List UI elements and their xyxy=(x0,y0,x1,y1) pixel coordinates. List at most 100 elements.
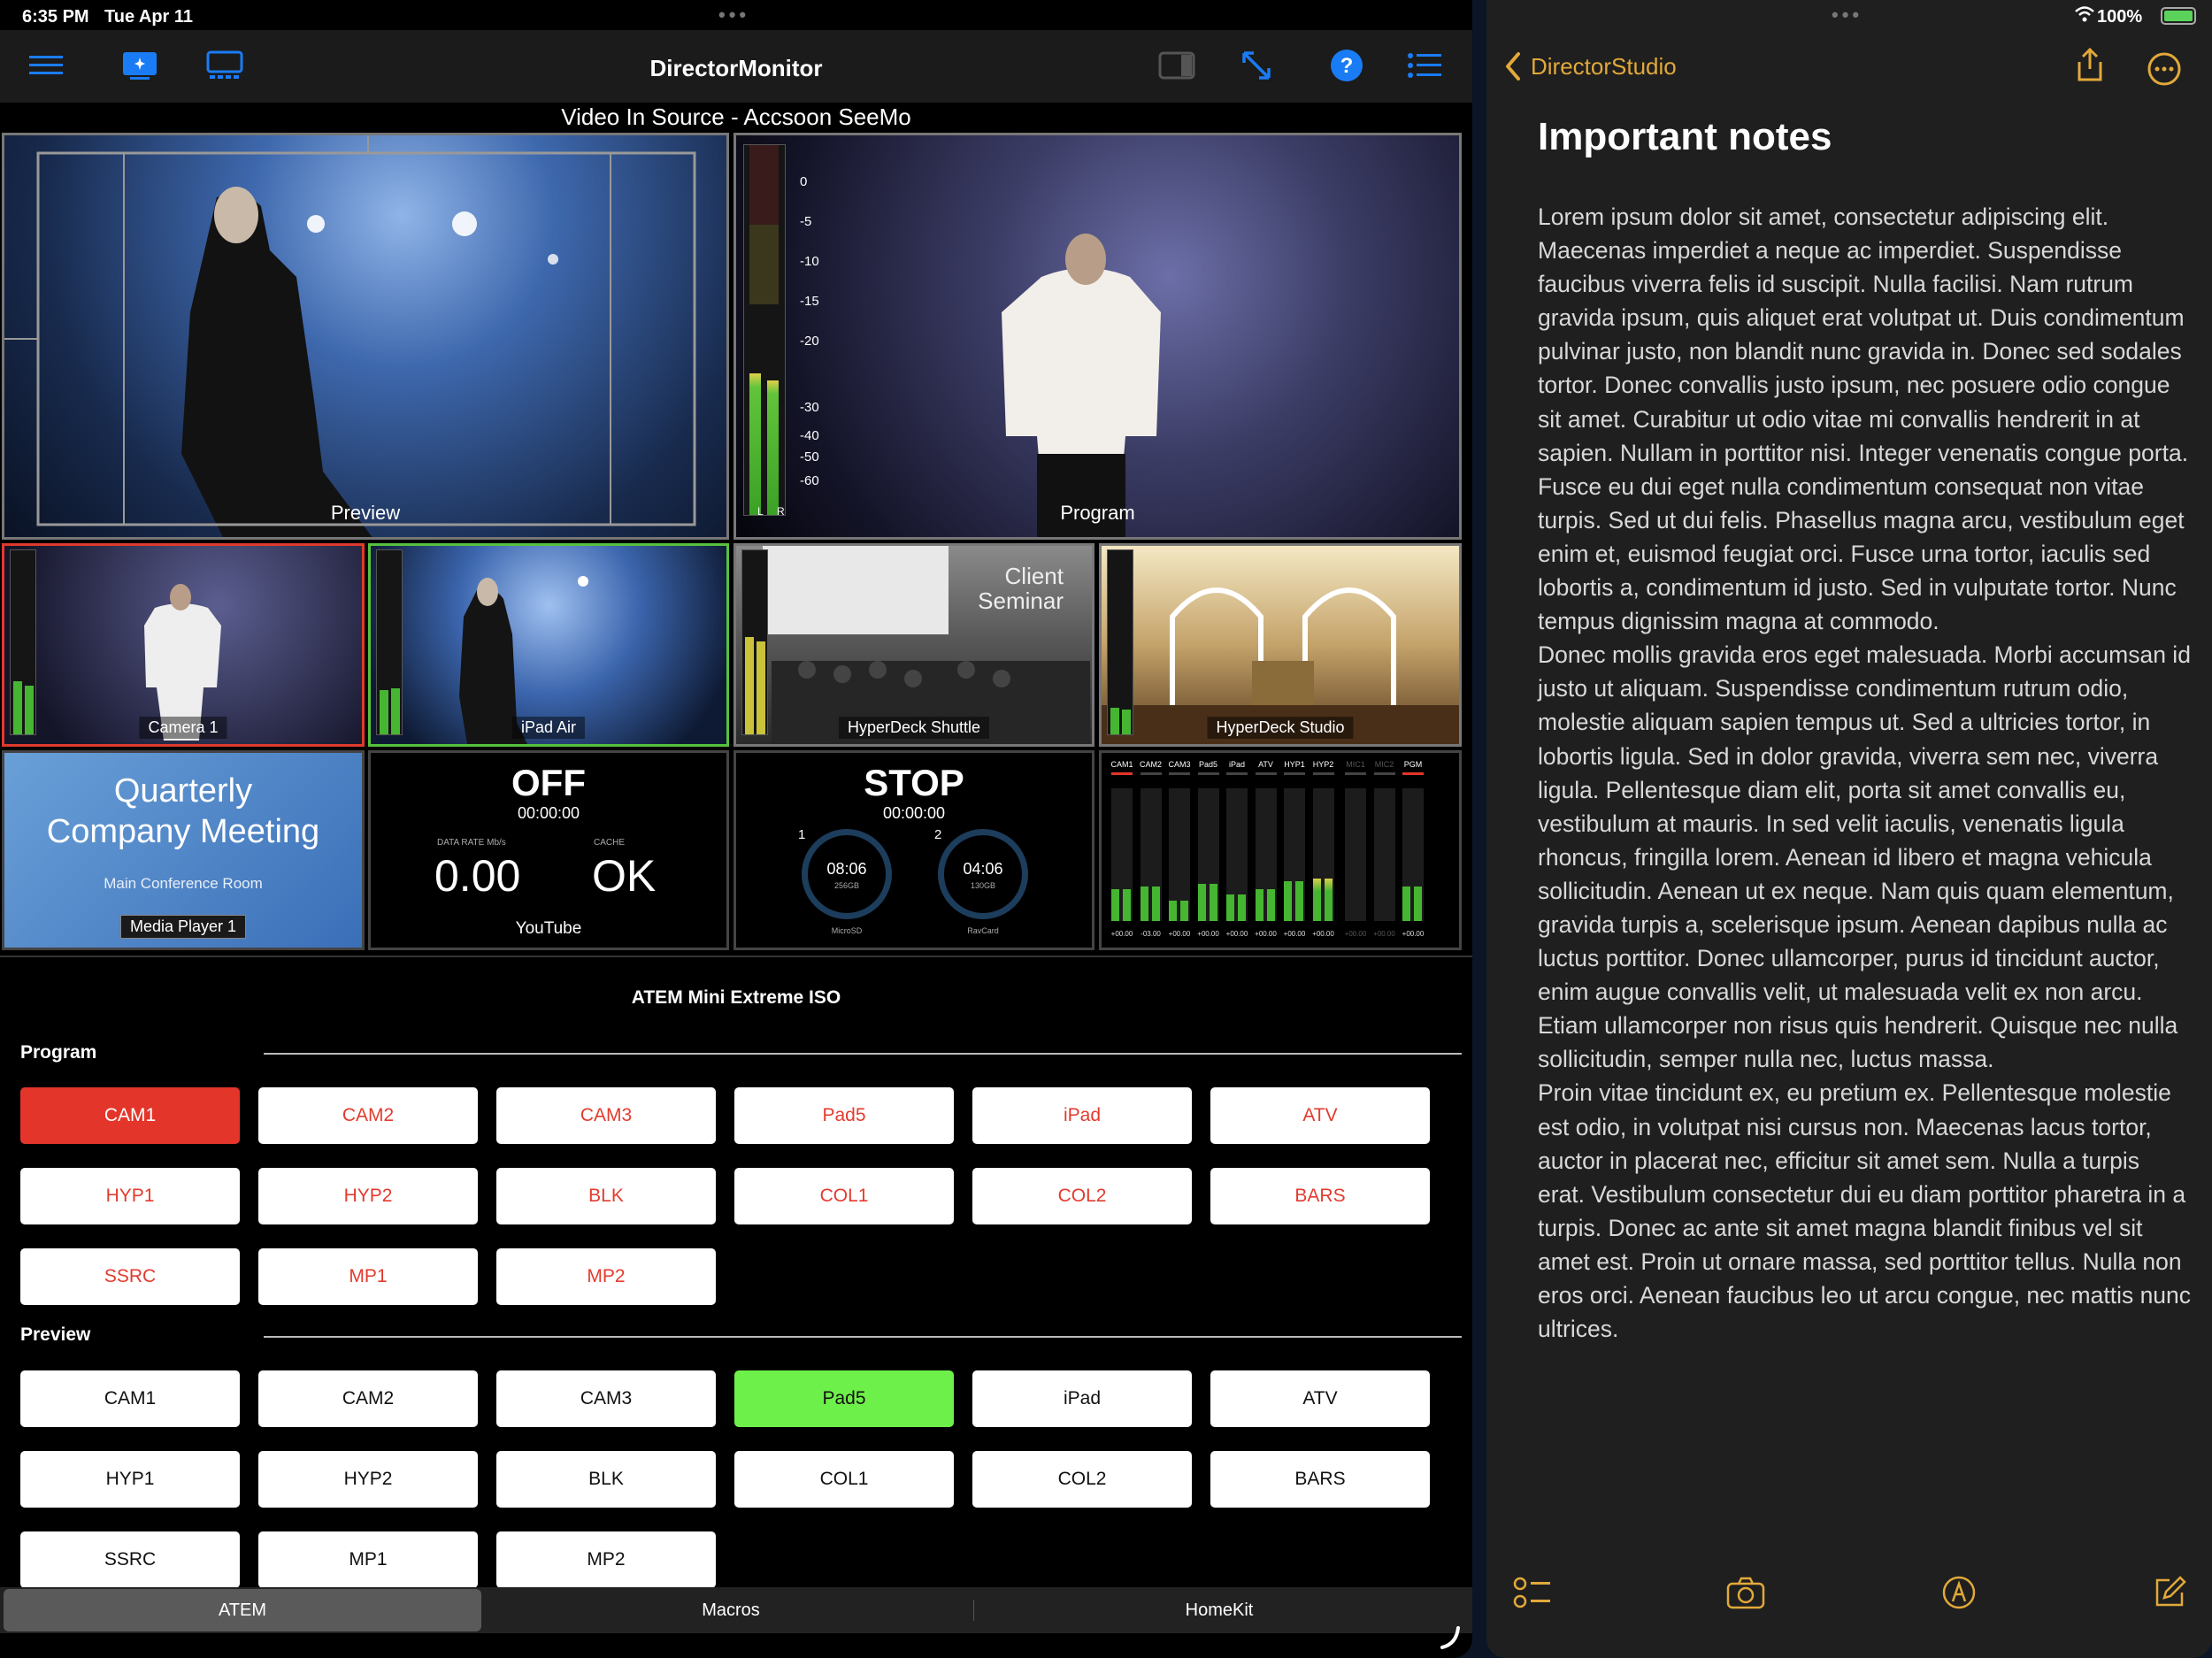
tile-ipad-air[interactable]: iPad Air xyxy=(368,543,729,747)
note-title[interactable]: Important notes xyxy=(1538,115,1832,159)
program-atv-button[interactable]: ATV xyxy=(1210,1087,1430,1144)
preview-atv-button[interactable]: ATV xyxy=(1210,1370,1430,1427)
disk-2-gauge: 04:06 130GB xyxy=(938,829,1028,919)
program-cam2-button[interactable]: CAM2 xyxy=(258,1087,478,1144)
program-cam1-button[interactable]: CAM1 xyxy=(20,1087,240,1144)
mixer-channel-label: iPad xyxy=(1228,760,1245,769)
mixer-meter-fill xyxy=(1123,889,1131,921)
tile-stream-status[interactable]: OFF 00:00:00 DATA RATE Mb/s 0.00 CACHE O… xyxy=(368,750,729,950)
preview-col1-button[interactable]: COL1 xyxy=(734,1451,954,1508)
status-date: Tue Apr 11 xyxy=(104,7,194,27)
preview-col2-button[interactable]: COL2 xyxy=(972,1451,1192,1508)
more-icon[interactable] xyxy=(2147,51,2182,91)
meter-tick: -20 xyxy=(800,334,819,349)
disk-1-media: MicroSD xyxy=(831,926,863,935)
preview-view[interactable]: Preview xyxy=(2,133,729,540)
monitor-icon[interactable] xyxy=(205,48,244,83)
disk-1-size: 256GB xyxy=(833,881,860,890)
camera-icon[interactable] xyxy=(1725,1575,1766,1615)
program-ipad-button[interactable]: iPad xyxy=(972,1087,1192,1144)
wifi-icon xyxy=(2074,5,2095,27)
meter-scale: 0 -5 -10 -15 -20 -30 -40 -50 -60 xyxy=(800,162,819,493)
meter-tick: -50 xyxy=(800,449,819,464)
record-timecode: 00:00:00 xyxy=(882,804,946,822)
preview-mp1-button[interactable]: MP1 xyxy=(258,1531,478,1588)
tab-atem[interactable]: ATEM xyxy=(4,1589,481,1631)
program-col2-button[interactable]: COL2 xyxy=(972,1168,1192,1224)
program-hyp1-button[interactable]: HYP1 xyxy=(20,1168,240,1224)
chevron-left-icon[interactable] xyxy=(1504,51,1522,86)
mixer-meter-fill xyxy=(1255,889,1263,921)
disk-2-time: 04:06 xyxy=(963,860,1003,878)
help-icon[interactable]: ? xyxy=(1327,48,1366,83)
preview-hyp1-button[interactable]: HYP1 xyxy=(20,1451,240,1508)
mixer-meter-fill xyxy=(1111,889,1119,921)
mixer-value: +00.00 xyxy=(1197,930,1219,938)
battery-icon xyxy=(2161,7,2196,25)
mixer-channel-label: MIC1 xyxy=(1346,760,1365,769)
preview-cam3-button[interactable]: CAM3 xyxy=(496,1370,716,1427)
tile-hyperdeck-studio[interactable]: HyperDeck Studio xyxy=(1099,543,1462,747)
tab-homekit[interactable]: HomeKit xyxy=(977,1589,1462,1631)
mixer-channel-label: PGM xyxy=(1403,760,1423,769)
back-button[interactable]: DirectorStudio xyxy=(1531,53,1677,81)
program-ssrc-button[interactable]: SSRC xyxy=(20,1248,240,1305)
tile-record-status[interactable]: STOP 00:00:00 1 2 08:06 256GB 04:06 130G… xyxy=(733,750,1094,950)
preview-bars-button[interactable]: BARS xyxy=(1210,1451,1430,1508)
tile-audio-mixer[interactable]: CAM1 +00.00 CAM2 -03.00 CAM3 +00.00 Pad5 +00.00… xyxy=(1099,750,1462,950)
sidebar-icon[interactable] xyxy=(1157,48,1196,83)
preview-label: Preview xyxy=(330,502,401,524)
note-body[interactable]: Lorem ipsum dolor sit amet, consectetur … xyxy=(1538,200,2193,1346)
tile-camera-1[interactable]: Camera 1 xyxy=(2,543,365,747)
share-icon[interactable] xyxy=(2076,47,2104,88)
mixer-value: +00.00 xyxy=(1110,930,1133,938)
preview-pad5-button[interactable]: Pad5 xyxy=(734,1370,954,1427)
expand-icon[interactable] xyxy=(1237,48,1276,83)
program-view[interactable]: 0 -5 -10 -15 -20 -30 -40 -50 -60 L R Pro… xyxy=(733,133,1462,540)
list-icon[interactable] xyxy=(1405,48,1444,83)
mixer-meter-fill xyxy=(1169,901,1177,921)
multitask-dots[interactable]: ••• xyxy=(1832,4,1863,27)
divider xyxy=(0,956,1472,957)
program-bars-button[interactable]: BARS xyxy=(1210,1168,1430,1224)
program-pad5-button[interactable]: Pad5 xyxy=(734,1087,954,1144)
status-time: 6:35 PM xyxy=(22,7,89,27)
meter-tick: -15 xyxy=(800,294,819,309)
tile-label: HyperDeck Studio xyxy=(1207,717,1354,739)
menu-icon[interactable] xyxy=(27,48,65,83)
mixer-meter-fill xyxy=(1324,879,1333,921)
preview-ipad-button[interactable]: iPad xyxy=(972,1370,1192,1427)
program-cam3-button[interactable]: CAM3 xyxy=(496,1087,716,1144)
tile-media-player[interactable]: Quarterly Company Meeting Main Conferenc… xyxy=(2,750,365,950)
preview-ssrc-button[interactable]: SSRC xyxy=(20,1531,240,1588)
preview-mp2-button[interactable]: MP2 xyxy=(496,1531,716,1588)
program-mp1-button[interactable]: MP1 xyxy=(258,1248,478,1305)
program-blk-button[interactable]: BLK xyxy=(496,1168,716,1224)
top-toolbar: DirectorMonitor ? xyxy=(0,30,1472,103)
program-col1-button[interactable]: COL1 xyxy=(734,1168,954,1224)
mixer-meter-fill xyxy=(1209,884,1217,921)
multiview-icon[interactable] xyxy=(120,48,159,83)
program-hyp2-button[interactable]: HYP2 xyxy=(258,1168,478,1224)
mixer-meter-fill xyxy=(1226,894,1234,921)
tile-hyperdeck-shuttle[interactable]: Client Seminar HyperDeck Shuttle xyxy=(733,543,1094,747)
preview-hyp2-button[interactable]: HYP2 xyxy=(258,1451,478,1508)
meter-tick: -60 xyxy=(800,473,819,488)
multitask-dots[interactable]: ••• xyxy=(718,4,749,27)
mixer-channel-label: HYP2 xyxy=(1312,760,1334,769)
mixer-meter-fill xyxy=(1266,889,1275,921)
mixer-meter-fill xyxy=(1402,887,1410,921)
svg-text:?: ? xyxy=(1340,54,1354,78)
compose-icon[interactable] xyxy=(2152,1575,2187,1615)
checklist-icon[interactable] xyxy=(1513,1575,1552,1615)
mixer-value: +00.00 xyxy=(1168,930,1191,938)
mixer-channel-label: CAM3 xyxy=(1168,760,1191,769)
program-mp2-button[interactable]: MP2 xyxy=(496,1248,716,1305)
tab-macros[interactable]: Macros xyxy=(490,1589,972,1631)
preview-cam1-button[interactable]: CAM1 xyxy=(20,1370,240,1427)
media-subtitle: Main Conference Room xyxy=(104,875,263,892)
preview-blk-button[interactable]: BLK xyxy=(496,1451,716,1508)
mixer-value: +00.00 xyxy=(1283,930,1306,938)
preview-cam2-button[interactable]: CAM2 xyxy=(258,1370,478,1427)
markup-icon[interactable] xyxy=(1941,1575,1977,1615)
